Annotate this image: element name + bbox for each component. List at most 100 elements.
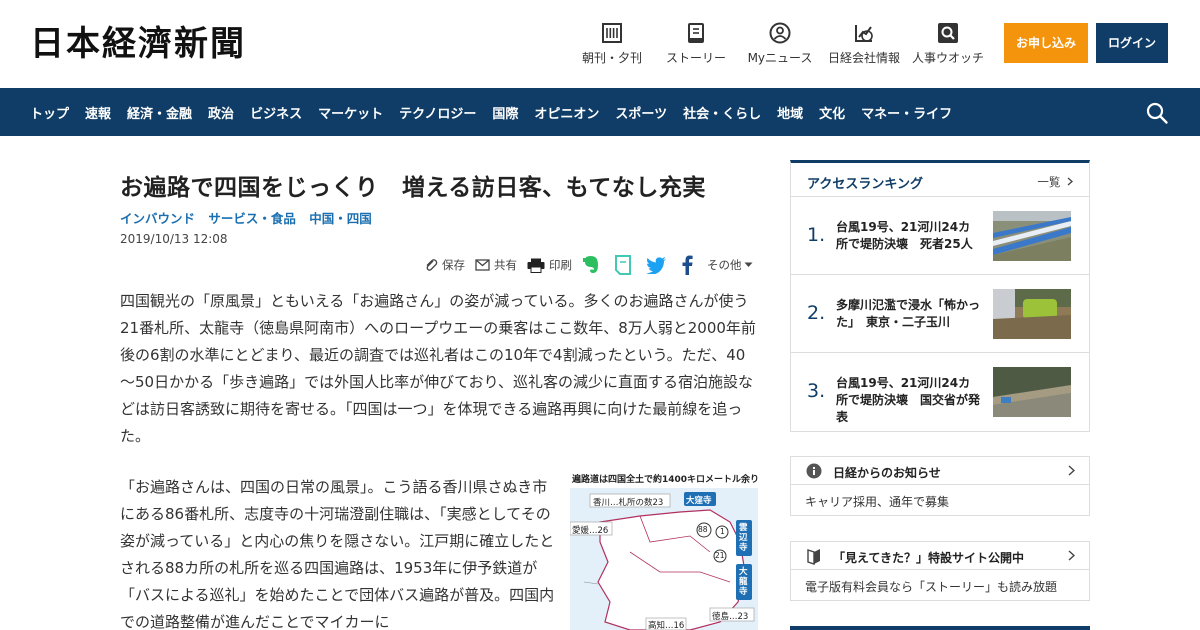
ranking-item[interactable]: 3. 台風19号、21河川24カ所で堤防決壊 国交省が発表 <box>791 353 1089 431</box>
nikkei-notice[interactable]: 日経からのお知らせ キャリア採用、通年で募集 <box>790 456 1090 516</box>
map-label-temple2: 雲辺寺 <box>739 523 748 553</box>
nav-item-region[interactable]: 地域 <box>777 103 803 122</box>
map-label-tokushima: 徳島…23 <box>712 612 749 622</box>
site-logo[interactable]: 日本経濟新聞 <box>30 24 246 64</box>
nav-label: 人事ウオッチ <box>911 51 984 65</box>
nav-company-info[interactable]: 日経会社情報 <box>826 22 902 68</box>
chart-icon <box>855 25 873 42</box>
article-title: お遍路で四国をじっくり 増える訪日客、もてなし充実 <box>120 175 706 201</box>
mail-icon <box>475 259 490 271</box>
nav-item-culture[interactable]: 文化 <box>819 103 845 122</box>
nav-label: ストーリー <box>665 51 726 65</box>
nav-item-money-life[interactable]: マネー・ライフ <box>861 103 952 122</box>
ranking-header: アクセスランキング 一覧 <box>791 163 1089 197</box>
save-label: 保存 <box>442 258 465 272</box>
nav-item-breaking[interactable]: 速報 <box>85 103 111 122</box>
article-tags: インバウンド サービス・食品 中国・四国 <box>120 208 381 227</box>
chevron-right-icon <box>1068 465 1075 476</box>
facebook-icon <box>682 255 693 275</box>
share-button[interactable]: 共有 <box>475 257 517 273</box>
access-ranking: アクセスランキング 一覧 1. 台風19号、21河川24カ所で堤防決壊 死者25… <box>790 160 1090 432</box>
more-button[interactable]: その他 <box>707 257 757 273</box>
map-label-1: 1 <box>720 527 725 536</box>
chevron-right-icon <box>1067 177 1073 186</box>
save-button[interactable]: 保存 <box>424 257 465 273</box>
notice-title: 日経からのお知らせ <box>833 466 941 480</box>
print-button[interactable]: 印刷 <box>527 257 572 273</box>
nav-personnel-watch[interactable]: 人事ウオッチ <box>910 22 986 68</box>
nav-item-economy[interactable]: 経済・金融 <box>127 103 192 122</box>
person-icon <box>769 22 791 44</box>
nav-item-top[interactable]: トップ <box>30 103 69 122</box>
site-header: 日本経濟新聞 朝刊・夕刊 ストーリー Myニュース 日経会社情報 人事ウオッチ … <box>0 0 1200 88</box>
login-button[interactable]: ログイン <box>1096 23 1168 63</box>
ranking-number: 3. <box>807 380 826 402</box>
ranking-item[interactable]: 1. 台風19号、21河川24カ所で堤防決壊 死者25人 <box>791 197 1089 275</box>
levee-breach-image <box>993 367 1071 417</box>
ranking-headline: 台風19号、21河川24カ所で堤防決壊 国交省が発表 <box>836 376 981 424</box>
flooded-street-image <box>993 289 1071 339</box>
article-date: 2019/10/13 12:08 <box>120 232 228 246</box>
nav-item-politics[interactable]: 政治 <box>208 103 234 122</box>
nav-item-sports[interactable]: スポーツ <box>615 103 667 122</box>
notice-text: キャリア採用、通年で募集 <box>805 495 950 509</box>
book-icon <box>688 23 704 43</box>
paperclip-icon <box>426 259 438 271</box>
sidebar-next-box-border <box>790 626 1090 630</box>
print-label: 印刷 <box>549 258 572 272</box>
tag-link[interactable]: インバウンド <box>120 211 195 226</box>
notice-title: 「見えてきた？」特設サイト公開中 <box>833 551 1025 565</box>
map-label-temple1: 大窪寺 <box>686 496 712 506</box>
apply-button[interactable]: お申し込み <box>1004 23 1088 63</box>
nav-my-news[interactable]: Myニュース <box>744 22 816 68</box>
twitter-button[interactable] <box>646 256 671 274</box>
shikoku-map-figure[interactable]: 遍路道は四国全土で約1400キロメートル余り 香川…札所の数23 愛媛…26 徳… <box>570 472 758 630</box>
article-lead: 四国観光の「原風景」ともいえる「お遍路さん」の姿が減っている。多くのお遍路さんが… <box>120 292 756 445</box>
map-label-88: 88 <box>698 525 708 534</box>
search-person-icon <box>938 23 958 43</box>
share-label: 共有 <box>494 258 517 272</box>
ranking-more-label: 一覧 <box>1037 175 1061 189</box>
map-label-kagawa: 香川…札所の数23 <box>593 498 664 508</box>
notice-header: 「見えてきた？」特設サイト公開中 <box>791 542 1089 570</box>
ranking-item[interactable]: 2. 多摩川氾濫で浸水「怖かった」 東京・二子玉川 <box>791 275 1089 353</box>
evernote-icon <box>583 256 598 273</box>
ranking-title: アクセスランキング <box>807 177 923 192</box>
facebook-button[interactable] <box>681 255 697 275</box>
tag-link[interactable]: 中国・四国 <box>309 211 372 226</box>
nav-item-market[interactable]: マーケット <box>318 103 383 122</box>
nav-morning-evening[interactable]: 朝刊・夕刊 <box>578 22 646 68</box>
tag-link[interactable]: サービス・食品 <box>208 211 296 226</box>
notice-header: 日経からのお知らせ <box>791 457 1089 485</box>
notice-text: 電子版有料会員なら「ストーリー」も読み放題 <box>805 580 1058 594</box>
book-open-icon <box>807 549 820 565</box>
ranking-more-link[interactable]: 一覧 <box>1037 174 1073 190</box>
nav-label: 日経会社情報 <box>827 51 900 65</box>
nav-item-opinion[interactable]: オピニオン <box>534 103 599 122</box>
article-toolbar: 保存 共有 印刷 その他 <box>424 254 767 276</box>
printer-icon <box>527 258 545 273</box>
nav-label: Myニュース <box>747 51 813 65</box>
ranking-number: 2. <box>807 302 826 324</box>
caret-down-icon <box>744 262 752 267</box>
ranking-headline: 多摩川氾濫で浸水「怖かった」 東京・二子玉川 <box>836 298 981 329</box>
nav-story[interactable]: ストーリー <box>662 22 730 68</box>
nav-item-society[interactable]: 社会・くらし <box>683 103 761 122</box>
article-body: 「お遍路さんは、四国の日常の風景」。こう語る香川県さぬき市にある86番札所、志度… <box>120 478 555 630</box>
nav-item-international[interactable]: 国際 <box>492 103 518 122</box>
note-icon <box>615 255 631 275</box>
map-label-kochi: 高知…16 <box>648 621 685 630</box>
special-site-notice[interactable]: 「見えてきた？」特設サイト公開中 電子版有料会員なら「ストーリー」も読み放題 <box>790 541 1090 601</box>
more-label: その他 <box>707 258 742 272</box>
ranking-headline: 台風19号、21河川24カ所で堤防決壊 死者25人 <box>836 220 973 251</box>
search-icon[interactable] <box>1145 101 1169 125</box>
evernote-button[interactable] <box>582 255 604 275</box>
nav-item-technology[interactable]: テクノロジー <box>399 103 476 122</box>
map-label-21: 21 <box>715 551 725 560</box>
nav-label: 朝刊・夕刊 <box>581 51 642 65</box>
ranking-number: 1. <box>807 224 826 246</box>
flooded-trains-image <box>993 211 1071 261</box>
note-button[interactable] <box>614 255 636 275</box>
nav-item-business[interactable]: ビジネス <box>250 103 302 122</box>
map-label-ehime: 愛媛…26 <box>572 526 609 536</box>
